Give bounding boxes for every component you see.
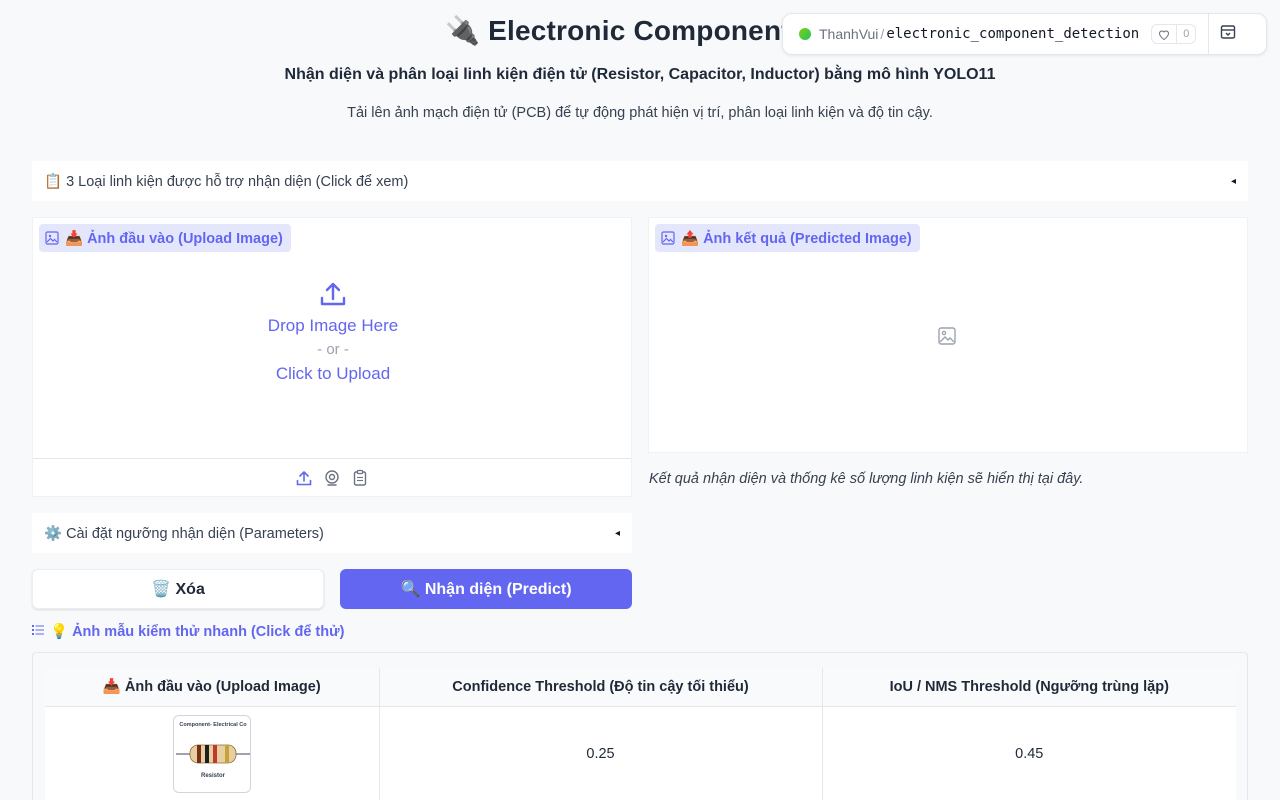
resistor-thumbnail[interactable]: Component- Electrical Co Resistor <box>172 715 251 794</box>
image-icon <box>45 231 59 245</box>
input-image-label-text: 📥 Ảnh đầu vào (Upload Image) <box>65 230 283 247</box>
column-header-iou: IoU / NMS Threshold (Ngưỡng trùng lặp) <box>822 668 1236 707</box>
parameters-accordion[interactable]: ⚙️ Cài đặt ngưỡng nhận diện (Parameters)… <box>32 513 632 553</box>
examples-label-text: 💡 Ảnh mẫu kiểm thử nhanh (Click để thử) <box>50 624 345 640</box>
example-confidence-value[interactable]: 0.25 <box>379 706 823 800</box>
page-description: Tải lên ảnh mạch điện tử (PCB) để tự độn… <box>347 105 933 121</box>
examples-label: 💡 Ảnh mẫu kiểm thử nhanh (Click để thử) <box>32 623 344 640</box>
empty-image-icon <box>937 326 957 351</box>
supported-components-accordion[interactable]: 📋 3 Loại linh kiện được hỗ trợ nhận diện… <box>32 161 1248 201</box>
output-image-label: 📤 Ảnh kết quả (Predicted Image) <box>655 224 920 252</box>
heart-icon <box>1152 25 1176 43</box>
thumb-top-text: Component- Electrical Co <box>179 722 247 728</box>
space-repo-link[interactable]: electronic_component_detection <box>886 26 1139 42</box>
column-header-input-image: 📥 Ảnh đầu vào (Upload Image) <box>45 668 380 707</box>
example-thumb-cell[interactable]: Component- Electrical Co Resistor <box>45 706 380 800</box>
predicted-image-panel: 📤 Ảnh kết quả (Predicted Image) <box>648 217 1248 453</box>
collapse-header-button[interactable] <box>1209 24 1247 45</box>
example-row[interactable]: Component- Electrical Co Resistor 0.25 0… <box>45 706 1236 800</box>
image-icon <box>661 231 675 245</box>
output-image-label-text: 📤 Ảnh kết quả (Predicted Image) <box>681 230 912 247</box>
list-icon <box>32 624 44 640</box>
upload-dropzone[interactable]: Drop Image Here - or - Click to Upload <box>33 280 633 386</box>
examples-table: 📥 Ảnh đầu vào (Upload Image) Confidence … <box>45 668 1236 800</box>
accordion-toggle-icon: ◂ <box>1230 175 1236 187</box>
image-upload-panel[interactable]: 📥 Ảnh đầu vào (Upload Image) Drop Image … <box>32 217 632 497</box>
upload-source-icon[interactable] <box>295 469 313 487</box>
space-avatar-icon <box>799 28 811 40</box>
supported-components-label: 📋 3 Loại linh kiện được hỗ trợ nhận diện… <box>44 173 409 190</box>
upload-icon <box>33 280 633 312</box>
example-iou-value[interactable]: 0.45 <box>822 706 1236 800</box>
like-count: 0 <box>1176 25 1195 43</box>
predict-button[interactable]: 🔍 Nhận diện (Predict) <box>340 569 632 609</box>
click-to-upload-text: Click to Upload <box>275 364 391 383</box>
or-text: - or - <box>317 341 349 358</box>
thumb-bottom-text: Resistor <box>201 773 226 779</box>
space-path-separator: / <box>880 26 885 42</box>
collapse-icon <box>1220 24 1236 45</box>
webcam-icon[interactable] <box>323 469 341 487</box>
parameters-label: ⚙️ Cài đặt ngưỡng nhận diện (Parameters) <box>44 525 324 542</box>
column-header-confidence: Confidence Threshold (Độ tin cậy tối thi… <box>379 668 823 707</box>
input-image-label: 📥 Ảnh đầu vào (Upload Image) <box>39 224 291 252</box>
upload-source-toolbar <box>33 458 631 496</box>
clipboard-icon[interactable] <box>351 469 369 487</box>
space-owner-link[interactable]: ThanhVui <box>819 26 878 42</box>
examples-header-row: 📥 Ảnh đầu vào (Upload Image) Confidence … <box>45 668 1236 707</box>
space-badge: ThanhVui / electronic_component_detectio… <box>782 13 1267 55</box>
page-subtitle: Nhận diện và phân loại linh kiện điện tử… <box>284 66 996 83</box>
clear-button[interactable]: 🗑️ Xóa <box>32 569 324 609</box>
plug-icon: 🔌 <box>445 15 481 46</box>
accordion-toggle-icon: ◂ <box>614 527 620 539</box>
result-caption: Kết quả nhận diện và thống kê số lượng l… <box>649 471 1084 487</box>
like-button[interactable]: 0 <box>1151 24 1197 44</box>
examples-box: 📥 Ảnh đầu vào (Upload Image) Confidence … <box>32 652 1248 800</box>
drop-image-text: Drop Image Here <box>267 316 399 335</box>
